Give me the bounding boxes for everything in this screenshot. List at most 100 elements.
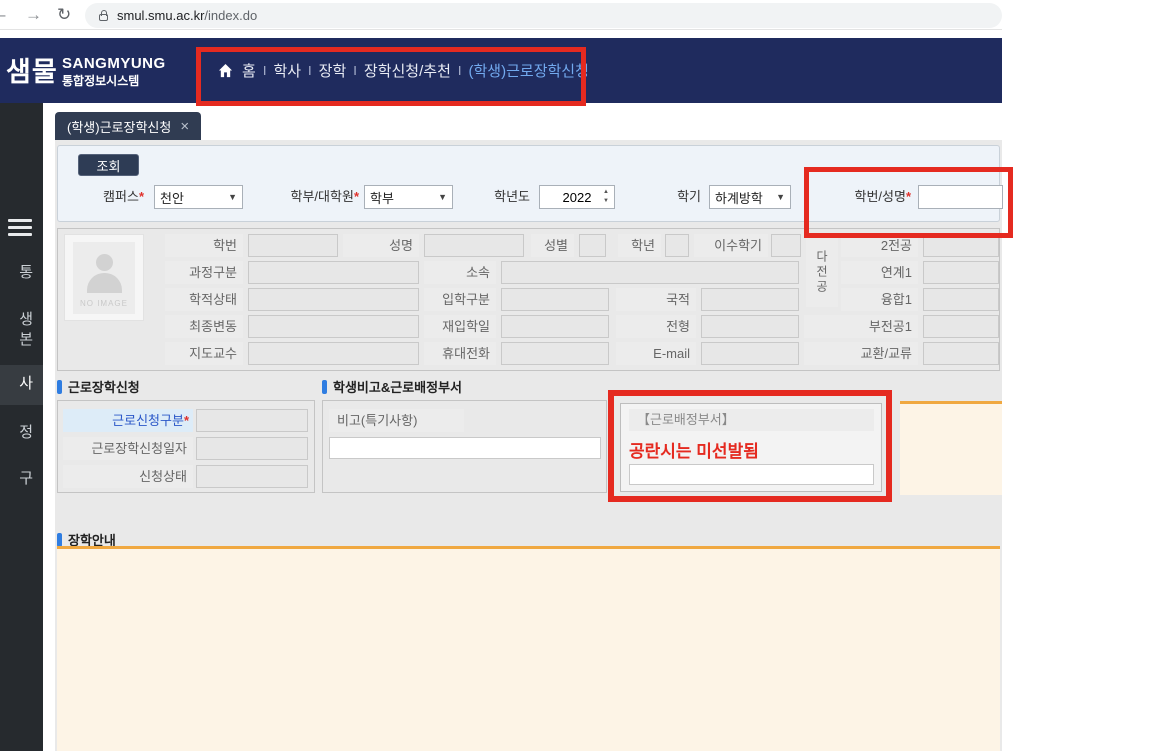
address-bar[interactable]: smul.smu.ac.kr/index.do	[85, 3, 1002, 28]
assigned-dept-input[interactable]	[629, 464, 874, 485]
section-bar-icon	[57, 533, 62, 547]
campus-label: 캠퍼스*	[81, 185, 144, 209]
sidebar-item-research[interactable]: 구	[0, 469, 38, 489]
section-bar-icon	[57, 380, 62, 394]
work-date-input	[196, 437, 308, 460]
nav-item-workstudy-active[interactable]: (학생)근로장학신청	[469, 60, 589, 81]
memo-section-title: 학생비고&근로배정부서	[333, 377, 462, 396]
label-convergence-major: 융합1	[841, 288, 918, 311]
campus-select[interactable]: 천안▼	[154, 185, 243, 209]
search-button[interactable]: 조회	[78, 154, 139, 176]
student-info-panel: NO IMAGE 학번 성명 성별 학년 이수학기 다전공 2전공 과정구분 소…	[57, 228, 1000, 371]
work-section-header: 근로장학신청	[57, 377, 140, 396]
work-type-label: 근로신청구분*	[63, 409, 193, 432]
input-gender	[579, 234, 606, 257]
person-icon	[96, 254, 113, 271]
student-id-label: 학번/성명*	[811, 185, 911, 209]
input-semesters	[771, 234, 801, 257]
label-screening: 전형	[616, 315, 696, 338]
refresh-icon[interactable]: ↻	[57, 0, 71, 30]
tab-workstudy-application[interactable]: (학생)근로장학신청 ×	[55, 112, 201, 140]
assigned-dept-label: 【근로배정부서】	[629, 409, 874, 431]
label-name: 성명	[343, 234, 419, 257]
url-host: smul.smu.ac.kr	[117, 8, 204, 23]
work-application-panel: 근로신청구분* 근로장학신청일자 신청상태	[57, 400, 315, 493]
input-exchange	[923, 342, 999, 365]
label-semesters: 이수학기	[694, 234, 768, 257]
input-mobile	[501, 342, 609, 365]
work-date-label: 근로장학신청일자	[63, 437, 193, 460]
input-advisor	[248, 342, 419, 365]
label-mobile: 휴대전화	[424, 342, 496, 365]
memo-input[interactable]	[329, 437, 601, 459]
tab-title: (학생)근로장학신청	[67, 117, 171, 136]
spinner-arrows-icon[interactable]: ▲▼	[603, 188, 609, 206]
no-image-label: NO IMAGE	[73, 299, 135, 308]
semester-label: 학기	[666, 185, 701, 209]
label-exchange: 교환/교류	[804, 342, 918, 365]
guide-content-area	[57, 546, 1000, 751]
logo-subtitle: 통합정보시스템	[62, 72, 139, 89]
chevron-down-icon: ▼	[776, 192, 785, 202]
memo-section-header: 학생비고&근로배정부서	[322, 377, 462, 396]
nav-item-haksa[interactable]: 학사	[273, 60, 301, 81]
label-last-change: 최종변동	[165, 315, 243, 338]
side-notice-panel	[900, 401, 1002, 495]
input-second-major	[923, 234, 999, 257]
sidebar-item-common[interactable]: 통	[0, 263, 38, 283]
tab-close-icon[interactable]: ×	[180, 118, 189, 135]
browser-toolbar: – → ↻ smul.smu.ac.kr/index.do	[0, 0, 1002, 30]
input-last-change	[248, 315, 419, 338]
label-minor: 부전공1	[804, 315, 918, 338]
label-admission-type: 입학구분	[424, 288, 496, 311]
input-email	[701, 342, 799, 365]
breadcrumb-nav: 홈 I 학사 I 장학 I 장학신청/추천 I (학생)근로장학신청	[218, 38, 589, 103]
assigned-dept-panel: 【근로배정부서】 공란시는 미선발됨	[620, 403, 882, 492]
sidebar-item-student-basic[interactable]: 생 본	[0, 310, 38, 350]
label-student-no: 학번	[165, 234, 243, 257]
year-spinner[interactable]: 2022▲▼	[539, 185, 615, 209]
memo-label: 비고(특기사항)	[329, 409, 464, 432]
student-photo-placeholder: NO IMAGE	[64, 234, 144, 321]
label-affiliation: 소속	[424, 261, 496, 284]
logo-title: SANGMYUNG	[62, 55, 166, 72]
work-status-input	[196, 465, 308, 488]
input-affiliation	[501, 261, 799, 284]
home-icon[interactable]	[218, 63, 233, 78]
label-nationality: 국적	[616, 288, 696, 311]
sidebar: 통 생 본 사 정 구	[0, 103, 43, 751]
input-enrollment-status	[248, 288, 419, 311]
student-id-input[interactable]	[918, 185, 1003, 209]
no-image-box: NO IMAGE	[73, 242, 135, 314]
nav-home[interactable]: 홈	[242, 60, 256, 81]
label-grade: 학년	[618, 234, 661, 257]
work-status-label: 신청상태	[63, 465, 193, 488]
hamburger-menu-icon[interactable]	[8, 219, 32, 236]
nav-item-apply[interactable]: 장학신청/추천	[364, 60, 451, 81]
memo-panel: 비고(특기사항)	[322, 400, 607, 493]
division-select[interactable]: 학부▼	[364, 185, 453, 209]
screenshot-root: – → ↻ smul.smu.ac.kr/index.do 샘물 SANGMYU…	[0, 0, 1152, 751]
chevron-down-icon: ▼	[438, 192, 447, 202]
year-label: 학년도	[481, 185, 530, 209]
work-type-input[interactable]	[196, 409, 308, 432]
input-convergence-major	[923, 288, 999, 311]
input-course-type	[248, 261, 419, 284]
input-student-no	[248, 234, 338, 257]
app-header: 샘물 SANGMYUNG 통합정보시스템 홈 I 학사 I 장학 I 장학신청/…	[0, 38, 1002, 103]
nav-item-janghak[interactable]: 장학	[319, 60, 347, 81]
input-nationality	[701, 288, 799, 311]
lock-icon	[99, 14, 108, 21]
forward-icon[interactable]: →	[25, 0, 42, 30]
division-label: 학부/대학원*	[261, 185, 359, 209]
label-email: E-mail	[616, 342, 696, 365]
chevron-down-icon: ▼	[228, 192, 237, 202]
label-course-type: 과정구분	[165, 261, 243, 284]
back-icon[interactable]: –	[0, 0, 5, 30]
app-logo[interactable]: 샘물	[6, 50, 58, 89]
label-multi-major: 다전공	[806, 238, 838, 307]
sidebar-item-haksa[interactable]: 사	[0, 374, 38, 394]
sidebar-item-admin[interactable]: 정	[0, 423, 38, 443]
semester-select[interactable]: 하계방학▼	[709, 185, 791, 209]
input-minor	[923, 315, 999, 338]
